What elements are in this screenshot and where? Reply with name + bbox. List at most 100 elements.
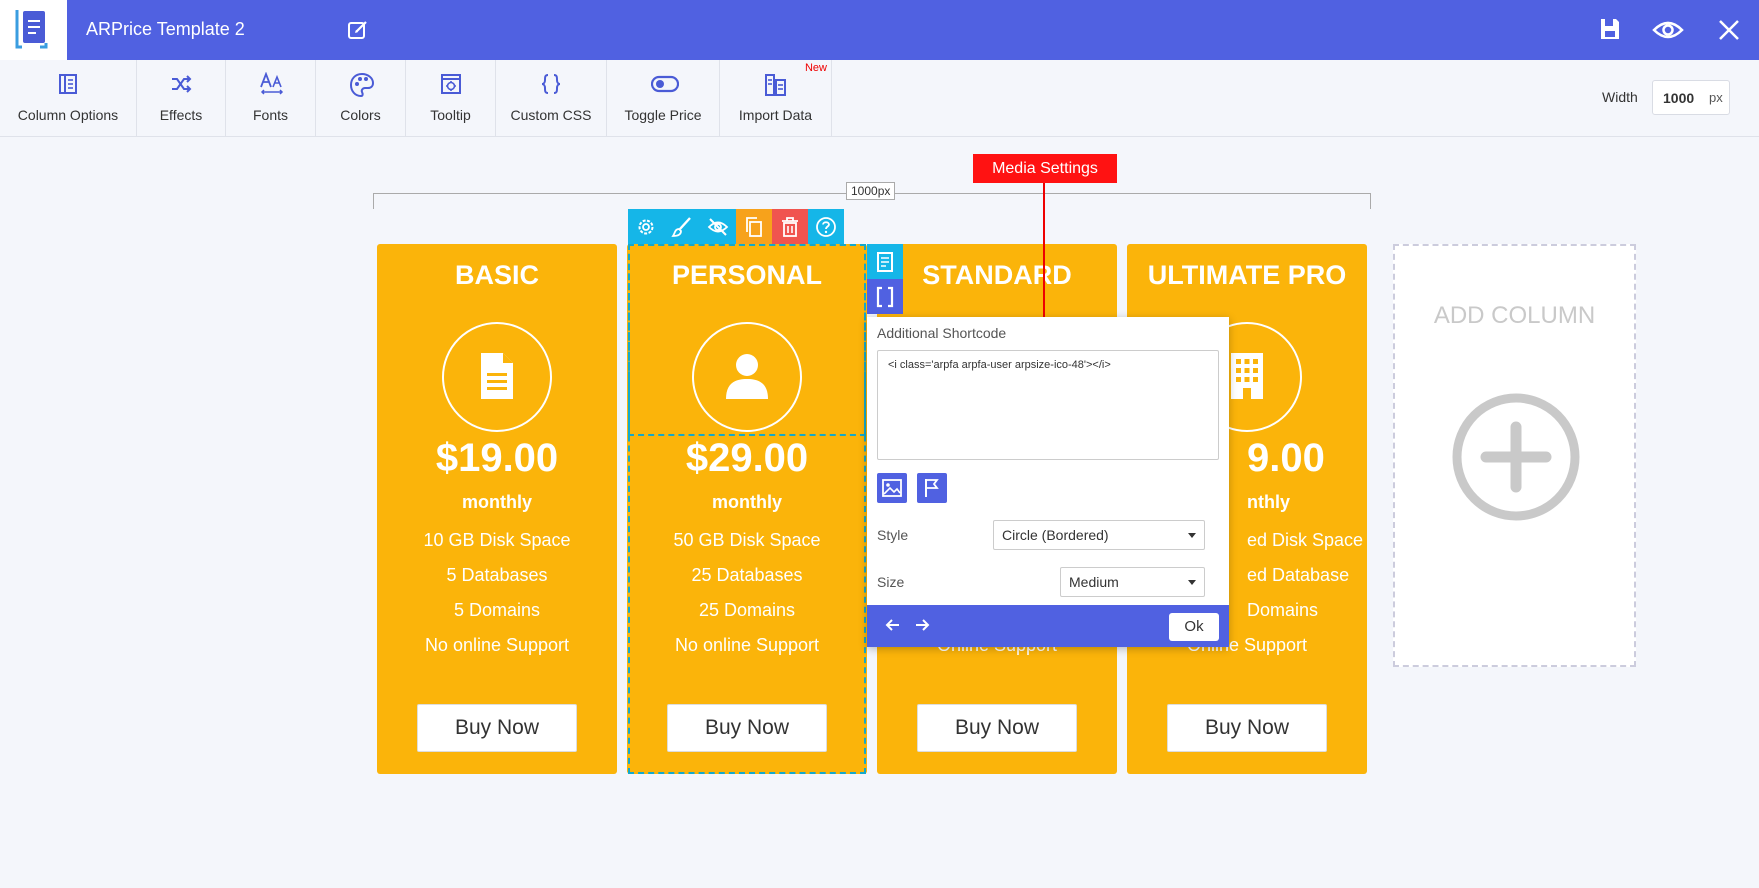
fonts-icon [259,72,283,95]
app-title: ARPrice Template 2 [86,19,245,39]
arrow-left-icon[interactable] [883,615,903,635]
pricing-column-personal[interactable]: PERSONAL $29.00 monthly 50 GB Disk Space… [627,244,867,774]
toolbar-label: Import Data [738,107,813,123]
braces-icon [541,74,561,94]
width-unit: px [1709,90,1723,105]
shuffle-icon [172,75,192,93]
insert-image-button[interactable] [877,473,907,503]
column-price: 9.00 [1247,436,1325,480]
toolbar-column-options[interactable]: Column Options [0,60,137,137]
ruler-label: 1000px [846,182,896,200]
toolbar-fonts[interactable]: Fonts [226,60,316,137]
toolbar-import-data[interactable]: New Import Data [720,60,832,137]
app-logo [0,0,67,60]
buy-now-button[interactable]: Buy Now [917,704,1077,752]
popup-tab-document[interactable] [867,244,903,279]
brackets-icon [876,286,894,308]
palette-icon [349,72,374,98]
logo-icon [15,10,48,49]
arrow-right-icon[interactable] [912,615,932,635]
toggle-icon [651,75,679,93]
save-icon[interactable] [1598,16,1622,42]
toolbar-tooltip[interactable]: Tooltip [406,60,496,137]
width-input[interactable]: 1000 px [1652,80,1730,115]
width-value: 1000 [1663,90,1695,106]
help-icon [816,217,836,237]
toolbar-label: Colors [340,107,381,123]
column-title: PERSONAL [671,260,823,290]
toolbar-label: Custom CSS [510,107,592,123]
toolbar-colors[interactable]: Colors [316,60,406,137]
column-options-icon [59,74,77,94]
new-badge: New [804,62,827,74]
feature-row: ed Disk Space [1247,530,1364,550]
column-period: monthly [712,492,782,512]
column-duplicate-button[interactable] [736,209,772,244]
size-select[interactable]: Medium [1060,567,1205,597]
feature-row: 5 Databases [446,565,548,585]
toolbar-label: Tooltip [430,107,471,123]
buy-now-button[interactable]: Buy Now [667,704,827,752]
toolbar-label: Toggle Price [624,107,702,123]
media-settings-popup: Additional Shortcode <i class='arpfa arp… [867,317,1229,647]
media-settings-callout: Media Settings [973,154,1117,183]
shortcode-textarea[interactable]: <i class='arpfa arpfa-user arpsize-ico-4… [877,350,1219,460]
insert-icon-button[interactable] [917,473,947,503]
buy-now-button[interactable]: Buy Now [417,704,577,752]
column-title: BASIC [454,260,539,290]
style-label: Style [877,527,909,543]
size-select-value: Medium [1069,574,1119,590]
feature-row: 10 GB Disk Space [423,530,571,550]
toolbar-label: Column Options [17,107,119,123]
chevron-down-icon [1188,533,1196,538]
add-column-label: ADD COLUMN [1433,302,1596,329]
document-icon [481,353,513,399]
trash-icon [782,217,798,237]
copy-icon [746,217,762,237]
preview-icon[interactable] [1652,18,1684,42]
size-label: Size [877,574,905,590]
column-delete-button[interactable] [772,209,808,244]
column-period: nthly [1247,492,1290,512]
close-icon[interactable] [1718,19,1740,41]
feature-row: 25 Databases [691,565,803,585]
edit-icon[interactable] [346,18,370,42]
building-icon [1231,353,1263,399]
ok-button[interactable]: Ok [1169,613,1219,641]
feature-row: No online Support [424,635,570,655]
toolbar-toggle-price[interactable]: Toggle Price [607,60,720,137]
plus-circle-icon [1452,393,1580,521]
flag-icon [925,479,939,497]
pricing-column-basic[interactable]: BASIC $19.00 monthly 10 GB Disk Space 5 … [377,244,617,774]
column-media[interactable] [692,322,802,432]
user-icon [726,354,768,399]
toolbar-custom-css[interactable]: Custom CSS [496,60,607,137]
column-help-button[interactable] [808,209,844,244]
column-style-button[interactable] [664,209,700,244]
column-media[interactable] [442,322,552,432]
toolbar: Column Options Effects Fonts Colors Tool… [0,60,1759,137]
popup-tab-shortcode[interactable] [867,279,903,314]
gear-icon [638,219,654,235]
brush-icon [671,217,691,237]
image-icon [882,479,902,497]
style-select[interactable]: Circle (Bordered) [993,520,1205,550]
column-title: STANDARD [922,260,1072,290]
import-icon [764,74,786,96]
column-hide-button[interactable] [700,209,736,244]
callout-pointer-line [1043,183,1045,328]
popup-footer: Ok [867,605,1229,647]
column-title: ULTIMATE PRO [1147,260,1347,290]
document-icon [877,252,893,272]
buy-now-button[interactable]: Buy Now [1167,704,1327,752]
toolbar-effects[interactable]: Effects [137,60,226,137]
add-column-button[interactable]: ADD COLUMN [1393,244,1636,667]
toolbar-label: Effects [159,107,203,123]
chevron-down-icon [1188,580,1196,585]
feature-row: 50 GB Disk Space [673,530,821,550]
top-bar: ARPrice Template 2 [0,0,1759,60]
feature-row: 5 Domains [453,600,541,620]
toolbar-label: Fonts [252,107,288,123]
feature-row: ed Database [1247,565,1350,585]
column-settings-button[interactable] [628,209,664,244]
